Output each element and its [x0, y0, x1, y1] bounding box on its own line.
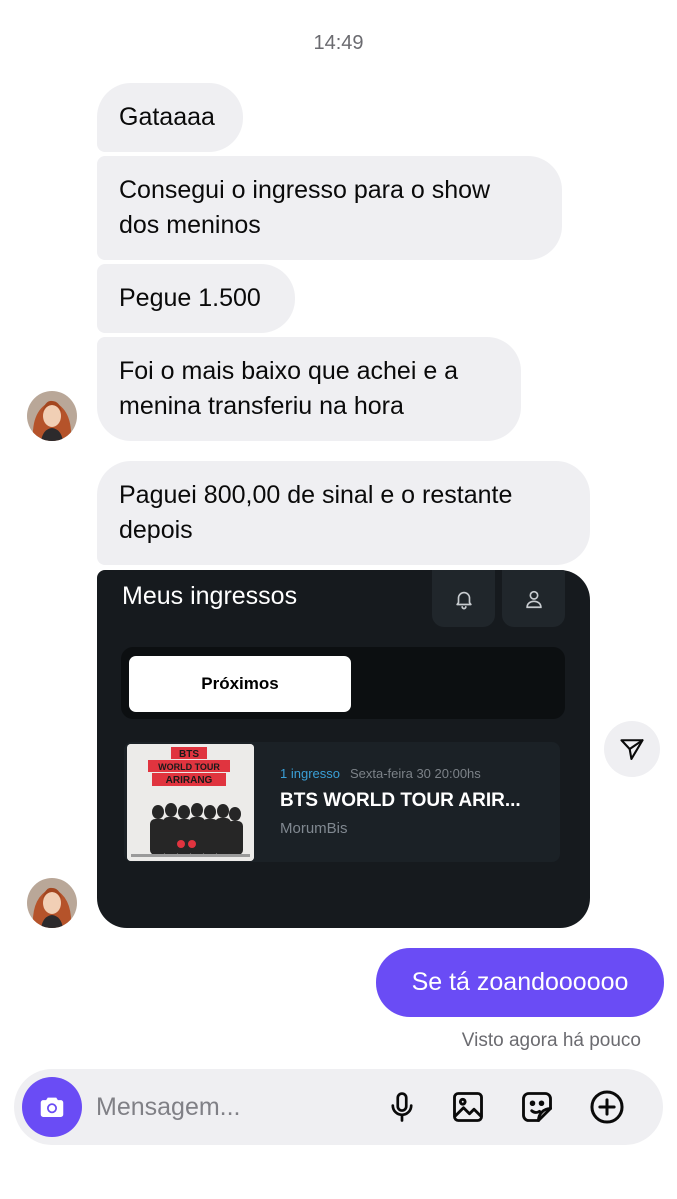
send-icon: [620, 739, 644, 760]
camera-icon: [40, 1097, 64, 1117]
bell-icon: [455, 591, 472, 609]
ticket-event-name: BTS WORLD TOUR ARIR...: [280, 790, 521, 811]
image-icon: [453, 1092, 483, 1122]
sticker-button[interactable]: [515, 1085, 559, 1129]
event-poster: BTS WORLD TOUR ARIRANG: [127, 744, 254, 861]
profile-button: [502, 570, 565, 627]
microphone-icon: [391, 1092, 413, 1122]
message-input[interactable]: [96, 1087, 366, 1127]
sticker-icon: [522, 1092, 552, 1122]
ticket-item: BTS WORLD TOUR ARIRANG 1 ingresso Sexta-f…: [124, 742, 560, 862]
shared-ticket-screenshot[interactable]: Meus ingressos Próximos BTS WORLD TOUR A…: [97, 570, 590, 928]
ticket-count: 1 ingresso: [280, 766, 340, 781]
ticket-meta: 1 ingresso Sexta-feira 30 20:00hs: [280, 766, 481, 781]
gallery-button[interactable]: [446, 1085, 490, 1129]
poster-text: BTS: [179, 749, 199, 760]
message-bubble-received[interactable]: Pegue 1.500: [97, 264, 295, 333]
user-icon: [525, 590, 542, 608]
message-bubble-received[interactable]: Gataaaa: [97, 83, 243, 152]
contact-avatar[interactable]: [27, 878, 77, 928]
message-bubble-received[interactable]: Paguei 800,00 de sinal e o restante depo…: [97, 461, 590, 565]
tab-proximos: Próximos: [129, 656, 351, 712]
message-bubble-received[interactable]: Consegui o ingresso para o show dos meni…: [97, 156, 562, 260]
poster-text: ARIRANG: [166, 775, 213, 786]
ticket-tabs: Próximos: [121, 647, 565, 719]
notification-button: [432, 570, 495, 627]
camera-button[interactable]: [22, 1077, 82, 1137]
message-bubble-sent[interactable]: Se tá zoandoooooo: [376, 948, 664, 1017]
message-composer: [14, 1069, 663, 1145]
poster-text: WORLD TOUR: [158, 762, 220, 772]
message-timestamp: 14:49: [313, 32, 364, 54]
screenshot-title: Meus ingressos: [122, 582, 298, 610]
plus-circle-icon: [590, 1090, 624, 1124]
more-options-button[interactable]: [585, 1085, 629, 1129]
ticket-date: Sexta-feira 30 20:00hs: [349, 766, 481, 781]
share-button[interactable]: [604, 721, 660, 777]
seen-status: Visto agora há pouco: [461, 1030, 641, 1051]
voice-message-button[interactable]: [380, 1085, 424, 1129]
message-bubble-received[interactable]: Foi o mais baixo que achei e a menina tr…: [97, 337, 521, 441]
contact-avatar[interactable]: [27, 391, 77, 441]
ticket-venue: MorumBis: [280, 820, 348, 837]
